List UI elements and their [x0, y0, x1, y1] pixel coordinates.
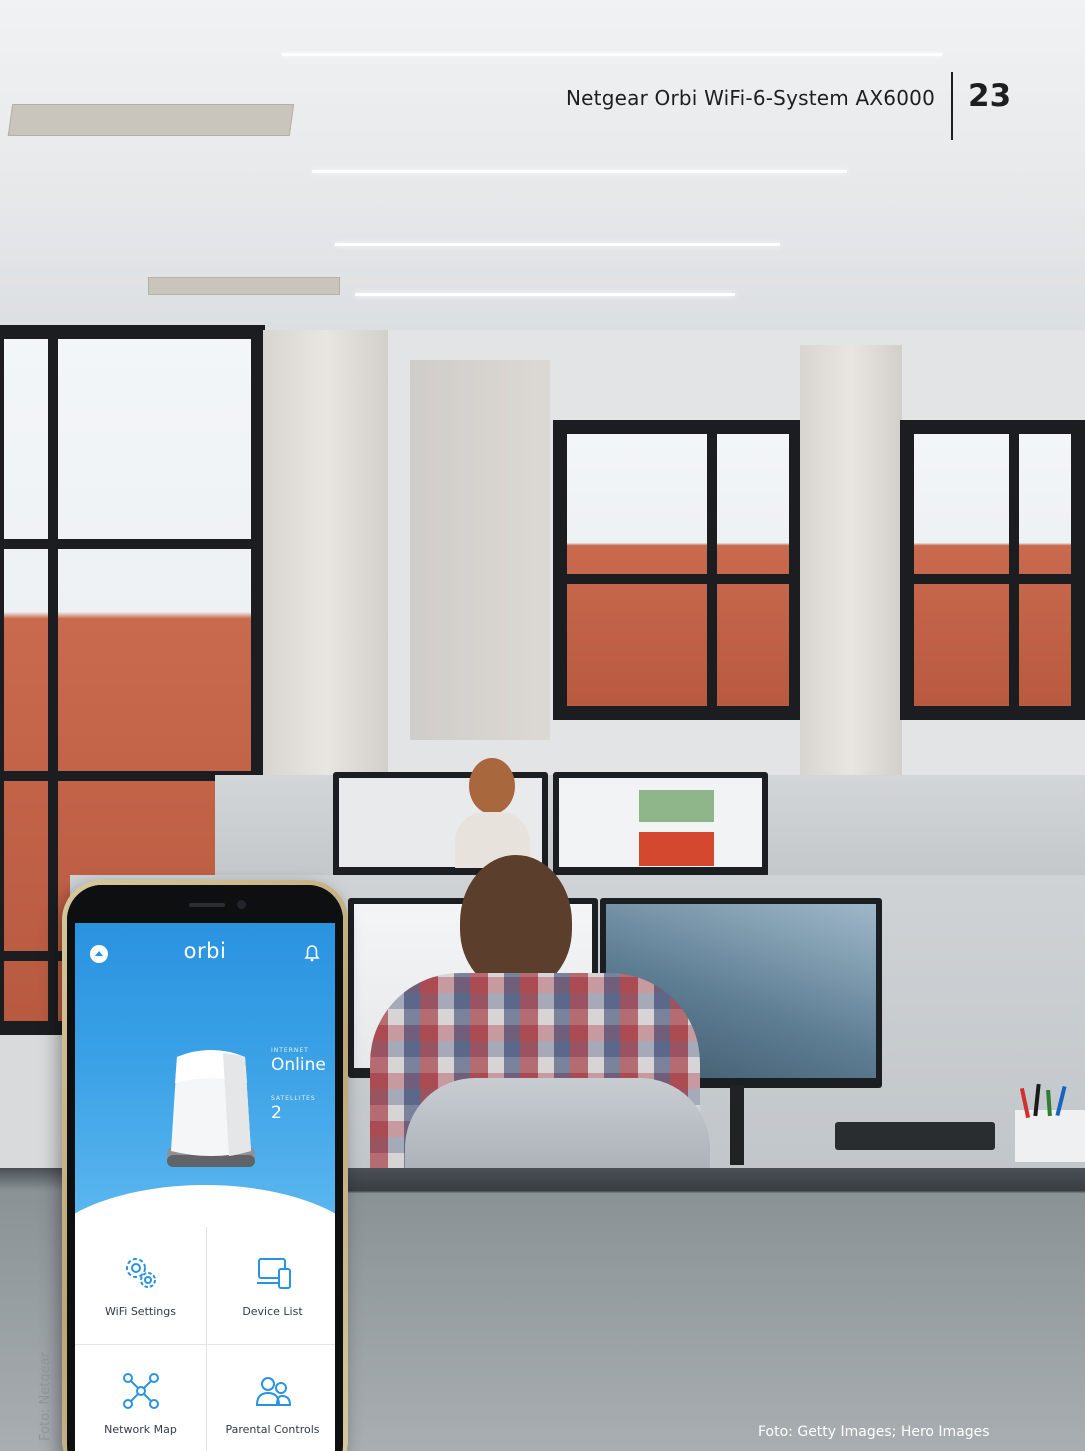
- phone-camera: [237, 900, 246, 909]
- page-number: 23: [968, 78, 1012, 114]
- internet-label: INTERNET: [271, 1047, 309, 1054]
- satellites-label: SATELLITES: [271, 1095, 316, 1102]
- app-hero: orbi INTERNET Online SATELLITES 2: [75, 923, 335, 1223]
- tile-device-list[interactable]: Device List: [207, 1227, 335, 1342]
- magazine-page: Netgear Orbi WiFi-6-System AX6000 23 orb…: [0, 0, 1085, 1451]
- gears-icon: [126, 1258, 156, 1288]
- internet-status: INTERNET Online: [271, 1047, 326, 1075]
- orbi-router-image: [167, 1050, 255, 1167]
- smartphone: orbi INTERNET Online SATELLITES 2 WiFi S…: [62, 880, 348, 1451]
- tile-label: WiFi Settings: [105, 1305, 176, 1318]
- internet-value: Online: [271, 1055, 326, 1075]
- tile-wifi-settings[interactable]: WiFi Settings: [75, 1227, 206, 1342]
- network-map-icon: [123, 1373, 159, 1409]
- tile-label: Network Map: [104, 1423, 177, 1436]
- tile-network-map[interactable]: Network Map: [75, 1345, 206, 1451]
- phone-speaker: [189, 903, 225, 907]
- tile-label: Parental Controls: [225, 1423, 320, 1436]
- tile-parental-controls[interactable]: Parental Controls: [207, 1345, 335, 1451]
- users-icon: [255, 1377, 292, 1406]
- photo-credit-phone: Foto: Netgear: [38, 1352, 53, 1441]
- header-divider: [951, 72, 953, 140]
- satellites-status: SATELLITES 2: [271, 1095, 316, 1123]
- bell-icon[interactable]: [304, 944, 320, 962]
- app-logo: orbi: [183, 939, 227, 963]
- feature-grid: WiFi Settings Device List Network Map Pa…: [75, 1227, 335, 1451]
- office-chair: [405, 1078, 710, 1178]
- front-partition: [340, 1168, 1085, 1451]
- office-ceiling: [0, 0, 1085, 393]
- photo-credit-background: Foto: Getty Images; Hero Images: [758, 1424, 990, 1440]
- satellites-value: 2: [271, 1103, 282, 1123]
- office-window-right: [553, 420, 803, 720]
- pen-cup: [1015, 1083, 1085, 1162]
- tile-label: Device List: [242, 1305, 303, 1318]
- devices-icon: [257, 1258, 291, 1289]
- app-bar: orbi: [75, 923, 335, 983]
- running-header-title: Netgear Orbi WiFi-6-System AX6000: [566, 86, 935, 110]
- orbi-app-screen: orbi INTERNET Online SATELLITES 2 WiFi S…: [75, 923, 335, 1451]
- back-person: [455, 758, 530, 868]
